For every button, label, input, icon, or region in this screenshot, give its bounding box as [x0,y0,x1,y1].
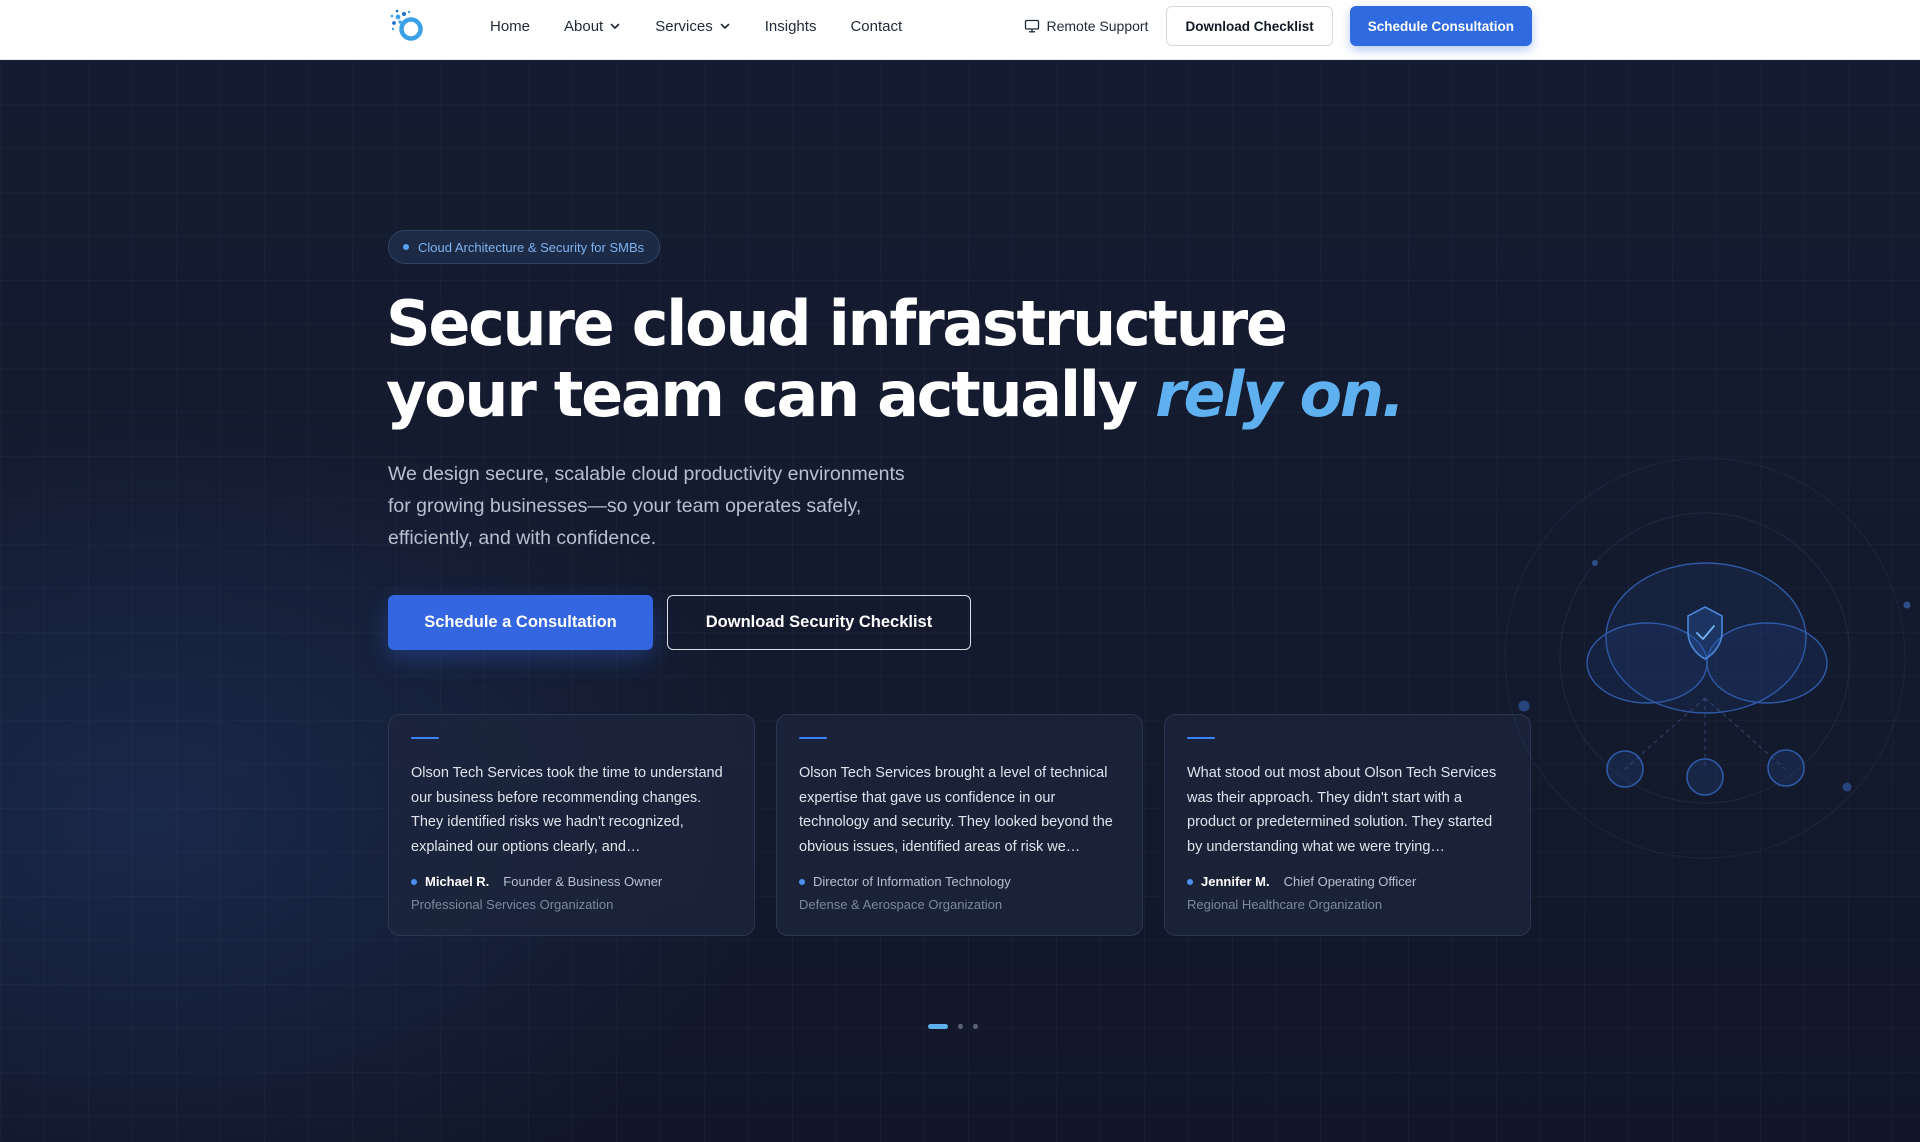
carousel-dot-1[interactable] [928,1024,948,1029]
nav-about-label: About [564,17,604,35]
chevron-down-icon [610,23,620,29]
particle-dot [1518,700,1530,712]
hero-subheadline: We design secure, scalable cloud product… [388,463,905,549]
nav-services[interactable]: Services [655,18,731,35]
testimonial-author: Michael R. Founder & Business Owner [411,874,732,889]
particle-dot [1592,560,1598,566]
network-node [1606,750,1644,788]
download-security-checklist-button[interactable]: Download Security Checklist [667,595,971,650]
main-menu: Home About Services Insights Contact [490,0,902,52]
carousel-dot-2[interactable] [958,1024,963,1029]
card-accent-bar [411,737,439,739]
testimonial-quote: What stood out most about Olson Tech Ser… [1187,765,1497,855]
headline-line-2: your team can actually [386,358,1138,431]
chevron-down-icon [720,23,730,29]
author-dot [799,878,805,885]
nav-insights[interactable]: Insights [765,18,817,35]
card-accent-bar [799,737,827,739]
hero-badge: Cloud Architecture & Security for SMBs [388,230,661,264]
testimonial-card: Olson Tech Services took the time to und… [388,714,755,936]
logo-icon[interactable] [389,8,427,44]
nav-home-label: Home [490,17,531,35]
particle-dot [1903,601,1911,609]
testimonial-quote: Olson Tech Services brought a level of t… [799,765,1113,855]
testimonial-author: Director of Information Technology [799,874,1120,889]
network-node [1686,758,1724,796]
nav-insights-label: Insights [764,17,817,35]
testimonial-card: Olson Tech Services brought a level of t… [776,714,1143,936]
author-role: Chief Operating Officer [1283,874,1417,889]
testimonial-quote: Olson Tech Services took the time to und… [411,765,723,855]
hero-section: Cloud Architecture & Security for SMBs S… [0,60,1920,1142]
download-checklist-button[interactable]: Download Checklist [1166,6,1333,46]
author-organization: Professional Services Organization [411,897,614,912]
author-organization: Regional Healthcare Organization [1187,897,1383,912]
nav-home[interactable]: Home [490,18,530,35]
card-accent-bar [1187,737,1215,739]
monitor-icon [1024,19,1039,33]
nav-actions: Remote Support Download Checklist Schedu… [1024,6,1532,46]
headline-accent: rely on. [1155,358,1405,431]
author-organization: Defense & Aerospace Organization [799,897,1003,912]
nav-about[interactable]: About [564,18,621,35]
author-role: Director of Information Technology [813,874,1011,889]
schedule-a-consultation-button[interactable]: Schedule a Consultation [388,595,653,650]
particle-dot [1842,782,1852,792]
nav-services-label: Services [655,17,713,35]
author-name: Michael R. [425,874,490,889]
hero-headline: Secure cloud infrastructure your team ca… [386,287,1405,431]
author-name: Jennifer M. [1201,874,1270,889]
schedule-consultation-button[interactable]: Schedule Consultation [1349,6,1532,46]
nav-contact-label: Contact [850,17,903,35]
top-navigation: Home About Services Insights Contact Rem… [0,0,1920,60]
testimonial-carousel: Olson Tech Services took the time to und… [388,714,1531,936]
testimonial-card: What stood out most about Olson Tech Ser… [1164,714,1531,936]
author-dot [411,878,417,885]
carousel-pagination [928,1024,978,1029]
network-node [1767,749,1805,787]
headline-line-1: Secure cloud infrastructure [386,287,1288,360]
cloud-network-illustration [1504,457,1911,859]
author-dot [1187,878,1193,885]
author-role: Founder & Business Owner [503,874,663,889]
badge-dot [403,244,409,250]
remote-support-label: Remote Support [1046,18,1149,34]
nav-contact[interactable]: Contact [850,18,902,35]
testimonial-author: Jennifer M. Chief Operating Officer [1187,874,1508,889]
remote-support-link[interactable]: Remote Support [1024,18,1149,34]
badge-label: Cloud Architecture & Security for SMBs [418,239,645,255]
carousel-dot-3[interactable] [973,1024,978,1029]
